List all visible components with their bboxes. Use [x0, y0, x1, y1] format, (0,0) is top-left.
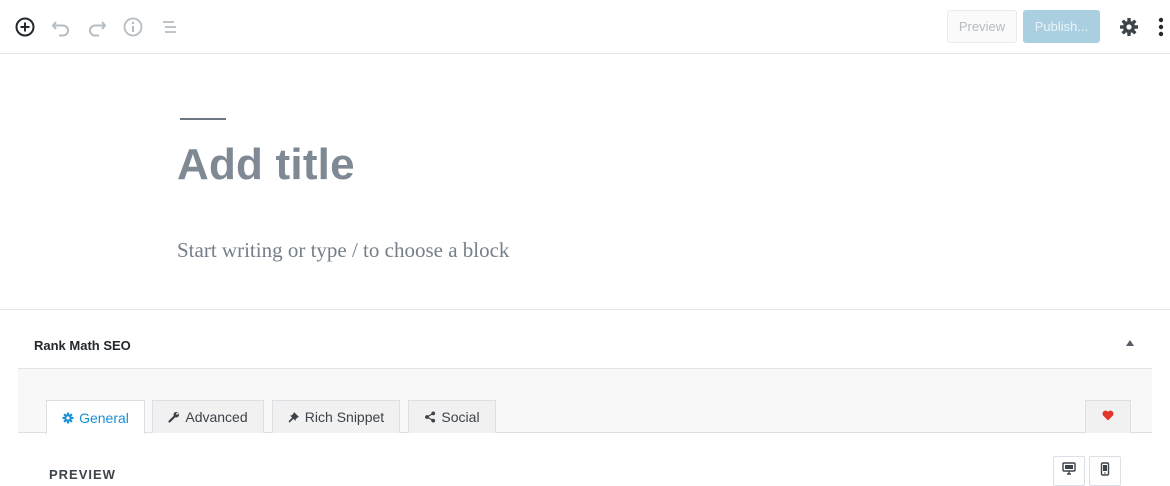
collapse-arrow-icon[interactable]: [1126, 340, 1134, 346]
block-appender[interactable]: Start writing or type / to choose a bloc…: [177, 238, 509, 263]
mobile-icon: [1100, 461, 1110, 481]
tab-rich-snippet[interactable]: Rich Snippet: [272, 400, 400, 433]
redo-icon[interactable]: [85, 15, 109, 39]
tab-advanced[interactable]: Advanced: [152, 400, 264, 433]
tab-advanced-label: Advanced: [185, 409, 248, 425]
preview-section-label: PREVIEW: [49, 467, 116, 482]
wrench-icon: [168, 411, 180, 423]
metabox-body: General Advanced Rich Snippet Social PRE…: [18, 369, 1152, 486]
desktop-icon: [1062, 462, 1076, 480]
tab-general-label: General: [79, 409, 129, 426]
gear-icon: [62, 412, 74, 424]
tab-general[interactable]: General: [46, 400, 145, 434]
settings-gear-icon[interactable]: [1117, 15, 1141, 39]
pin-icon: [288, 411, 300, 423]
share-icon: [424, 411, 436, 423]
heart-icon: [1102, 408, 1114, 426]
preview-button[interactable]: Preview: [947, 10, 1017, 43]
metabox-title: Rank Math SEO: [34, 338, 131, 353]
tabs-strip: General Advanced Rich Snippet Social: [18, 369, 1152, 434]
tab-social-label: Social: [441, 409, 480, 425]
info-icon[interactable]: [121, 15, 145, 39]
metabox-header[interactable]: Rank Math SEO: [18, 310, 1152, 369]
more-options-icon[interactable]: [1153, 15, 1169, 39]
add-block-icon[interactable]: [13, 15, 37, 39]
outline-icon[interactable]: [157, 15, 181, 39]
editor-toolbar: Preview Publish...: [0, 0, 1170, 54]
undo-icon[interactable]: [49, 15, 73, 39]
post-title-input[interactable]: Add title: [177, 140, 355, 190]
heart-button[interactable]: [1085, 400, 1131, 433]
mobile-preview-button[interactable]: [1089, 456, 1121, 486]
tab-social[interactable]: Social: [408, 400, 496, 433]
rank-math-metabox: Rank Math SEO General Advanced Rich Snip…: [18, 310, 1152, 486]
tab-rich-snippet-label: Rich Snippet: [304, 409, 385, 425]
publish-button[interactable]: Publish...: [1023, 10, 1100, 43]
desktop-preview-button[interactable]: [1053, 456, 1085, 486]
title-separator: [180, 118, 226, 120]
